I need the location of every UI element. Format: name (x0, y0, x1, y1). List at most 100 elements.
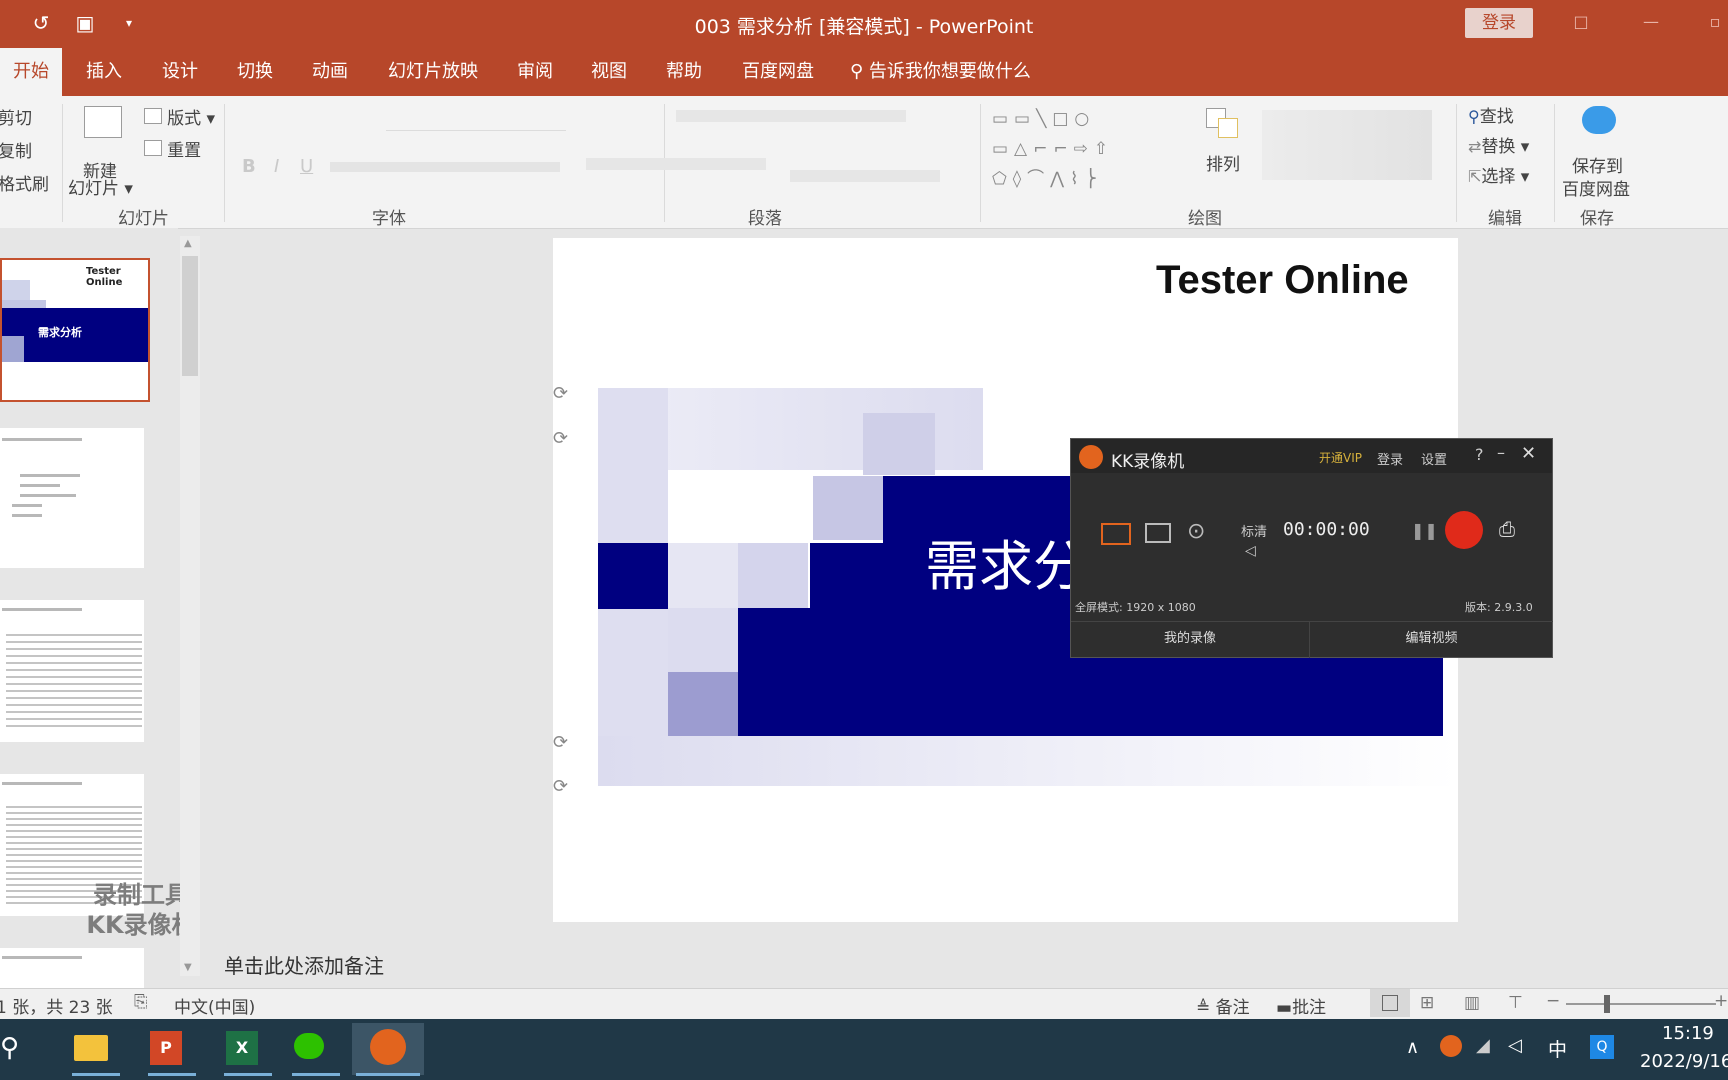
tab-design[interactable]: 设计 (156, 48, 204, 96)
kk-help-icon[interactable]: ? (1475, 445, 1484, 464)
kk-vip-link[interactable]: 开通VIP (1319, 449, 1362, 466)
slideshow-view-icon[interactable]: ⊤ (1508, 993, 1523, 1013)
slide-thumbnail-2[interactable] (0, 428, 144, 568)
reset-button[interactable]: 重置 (144, 136, 201, 161)
reset-label: 重置 (167, 141, 202, 161)
resize-handle-icon[interactable]: ⟳ (553, 383, 568, 404)
minimize-icon[interactable]: — (1636, 12, 1666, 34)
normal-view-button[interactable] (1370, 989, 1410, 1017)
comments-button[interactable]: ▬批注 (1276, 993, 1326, 1018)
present-icon[interactable]: ▣ (72, 10, 98, 36)
replace-button[interactable]: ⇄替换 ▾ (1468, 132, 1529, 157)
slide-thumbnail-3[interactable] (0, 600, 144, 742)
taskbar-kk-recorder[interactable] (352, 1023, 424, 1076)
kk-screenshot-icon[interactable]: ⎙ (1499, 517, 1515, 541)
select-button[interactable]: ⇱选择 ▾ (1468, 162, 1529, 187)
taskbar-file-explorer[interactable] (64, 1023, 130, 1076)
italic-button[interactable]: I (274, 156, 279, 177)
zoom-out-icon[interactable]: − (1546, 991, 1560, 1011)
kk-record-button[interactable] (1445, 511, 1483, 549)
kk-close-icon[interactable]: ✕ (1521, 443, 1536, 464)
kk-recorder-window[interactable]: KK录像机 开通VIP 登录 设置 ? – ✕ ⊙ 标清 ◁ 00:00:00 … (1070, 438, 1553, 658)
copy-button[interactable]: 复制 (0, 137, 32, 162)
reading-view-icon[interactable]: ▥ (1464, 993, 1480, 1013)
undo-icon[interactable]: ↺ (28, 10, 54, 36)
kk-volume-icon[interactable]: ◁ (1245, 543, 1256, 559)
customize-toolbar-icon[interactable]: ▾ (116, 10, 142, 36)
zoom-slider-thumb[interactable] (1604, 995, 1610, 1013)
tab-transitions[interactable]: 切换 (231, 48, 279, 96)
notes-pane[interactable]: 单击此处添加备注 (200, 942, 1728, 984)
game-mode-icon[interactable]: ⊙ (1187, 519, 1205, 544)
scroll-down-icon[interactable]: ▼ (184, 962, 192, 973)
slide-sorter-icon[interactable]: ⊞ (1420, 993, 1434, 1013)
cut-button[interactable]: 剪切 (0, 104, 32, 129)
notes-placeholder[interactable]: 单击此处添加备注 (224, 950, 384, 979)
kk-settings-link[interactable]: 设置 (1421, 449, 1447, 468)
tray-kk-icon[interactable] (1440, 1035, 1462, 1057)
resize-handle-icon[interactable]: ⟳ (553, 428, 568, 449)
slide-thumbnail-5[interactable] (0, 948, 144, 990)
zoom-in-icon[interactable]: + (1714, 991, 1728, 1011)
font-size-box[interactable] (478, 108, 588, 130)
slide-thumbnail-1[interactable]: Tester Online 需求分析 (0, 258, 150, 402)
ribbon-display-icon[interactable]: □ (1566, 12, 1596, 34)
tab-home[interactable]: 开始 (0, 48, 62, 96)
resize-handle-icon[interactable]: ⟳ (553, 732, 568, 753)
region-mode-icon[interactable] (1145, 523, 1171, 543)
save-to-baidu-button[interactable]: 保存到 百度网盘 (1562, 102, 1638, 200)
tab-view[interactable]: 视图 (585, 48, 633, 96)
kk-quality[interactable]: 标清 (1241, 521, 1267, 540)
tab-help[interactable]: 帮助 (660, 48, 708, 96)
running-indicator (72, 1073, 120, 1076)
zoom-slider[interactable] (1566, 1003, 1716, 1005)
tab-insert[interactable]: 插入 (80, 48, 128, 96)
running-indicator (292, 1073, 340, 1076)
shapes-gallery[interactable]: ▭▭╲□○ ▭△⌐⌐⇨⇧ ⬠◊⌒⋀⌇⎬ (992, 104, 1182, 196)
show-hidden-icons[interactable]: ∧ (1406, 1037, 1419, 1058)
volume-icon[interactable]: ◁ (1508, 1035, 1522, 1056)
scroll-thumb[interactable] (182, 256, 198, 376)
ime-indicator[interactable]: 中 (1548, 1035, 1567, 1062)
underline-button[interactable]: U (300, 156, 313, 177)
new-slide-dropdown[interactable]: 幻灯片 ▾ (68, 174, 133, 199)
ribbon-tabs: 开始 插入 设计 切换 动画 幻灯片放映 审阅 视图 帮助 百度网盘 ⚲ 告诉我… (0, 48, 1728, 96)
clock-time[interactable]: 15:19 (1662, 1023, 1714, 1044)
kk-my-recordings-button[interactable]: 我的录像 (1071, 621, 1309, 658)
fullscreen-mode-icon[interactable] (1101, 523, 1131, 545)
kk-minimize-icon[interactable]: – (1497, 443, 1505, 462)
resize-handle-icon[interactable]: ⟳ (553, 776, 568, 797)
slide-brand-text[interactable]: Tester Online (1156, 258, 1409, 303)
thumbnail-scrollbar[interactable]: ▲ ▼ (180, 236, 200, 976)
tab-slideshow[interactable]: 幻灯片放映 (382, 48, 484, 96)
format-painter-button[interactable]: 格式刷 (0, 170, 49, 195)
arrange-button[interactable]: 排列 (1200, 104, 1250, 194)
notes-button[interactable]: ≜ 备注 (1196, 993, 1250, 1018)
spellcheck-icon[interactable]: ⎘ (134, 992, 148, 1012)
scroll-up-icon[interactable]: ▲ (184, 238, 192, 249)
title-bar: 003 需求分析 [兼容模式] - PowerPoint ↺ ▣ ▾ 登录 □ … (0, 0, 1728, 48)
tab-baidu[interactable]: 百度网盘 (736, 48, 820, 96)
excel-icon: X (226, 1031, 258, 1065)
tab-animations[interactable]: 动画 (306, 48, 354, 96)
kk-edit-video-button[interactable]: 编辑视频 (1309, 621, 1553, 658)
kk-login-link[interactable]: 登录 (1377, 449, 1403, 468)
taskbar-powerpoint[interactable]: P (140, 1023, 206, 1076)
group-label-paragraph: 段落 (748, 209, 782, 229)
layout-button[interactable]: 版式 ▾ (144, 104, 215, 129)
search-icon[interactable]: ⚲ (0, 1033, 19, 1063)
bold-button[interactable]: B (242, 156, 256, 177)
tell-me-search[interactable]: ⚲ 告诉我你想要做什么 (844, 48, 1037, 96)
find-button[interactable]: ⚲查找 (1468, 102, 1514, 127)
taskbar-wechat[interactable] (284, 1023, 350, 1076)
tray-app-icon[interactable]: Q (1590, 1035, 1614, 1059)
taskbar-excel[interactable]: X (216, 1023, 282, 1076)
quick-styles[interactable] (1262, 110, 1432, 180)
tab-review[interactable]: 审阅 (511, 48, 559, 96)
network-icon[interactable]: ◢ (1476, 1035, 1490, 1056)
kk-pause-icon[interactable]: ❚❚ (1411, 521, 1438, 540)
maximize-icon[interactable]: ▫ (1700, 12, 1728, 34)
clock-date[interactable]: 2022/9/16 (1640, 1051, 1728, 1072)
language-indicator[interactable]: 中文(中国) (174, 993, 255, 1018)
login-button[interactable]: 登录 (1465, 8, 1533, 38)
